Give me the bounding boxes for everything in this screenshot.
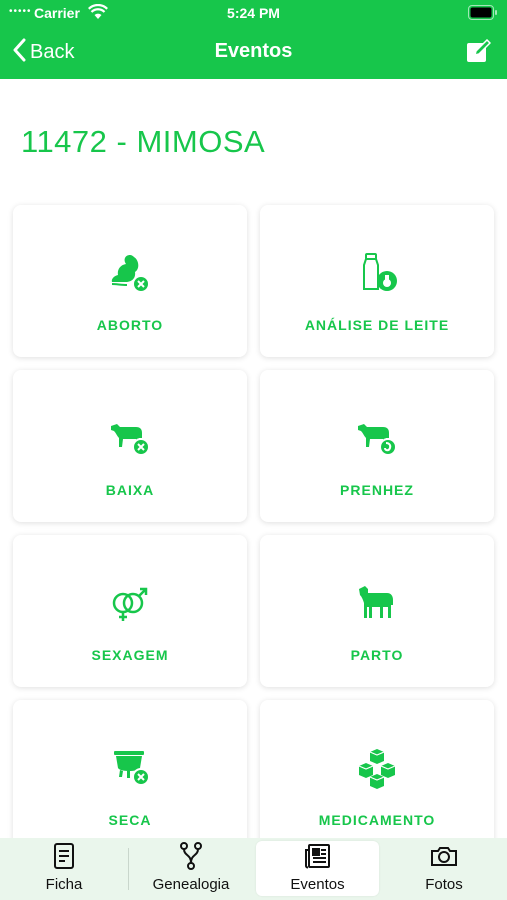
tab-ficha[interactable]: Ficha — [0, 838, 128, 900]
status-bar: ••••• Carrier 5:24 PM — [0, 0, 507, 26]
tab-bar: Ficha Genealogia Eventos Fotos — [0, 838, 507, 900]
newspaper-icon — [256, 842, 379, 870]
event-card-seca[interactable]: SECA — [13, 700, 247, 852]
tab-label: Genealogia — [152, 876, 230, 893]
edit-icon — [466, 38, 492, 68]
abortion-icon — [13, 251, 247, 299]
event-card-parto[interactable]: PARTO — [260, 535, 494, 687]
battery-icon — [468, 5, 498, 23]
event-label: BAIXA — [105, 482, 155, 498]
tab-fotos[interactable]: Fotos — [381, 838, 507, 900]
page-title: Eventos — [214, 40, 293, 62]
camera-icon — [381, 842, 507, 870]
edit-button[interactable] — [466, 38, 492, 69]
event-card-baixa[interactable]: BAIXA — [13, 370, 247, 522]
dry-off-icon — [13, 746, 247, 794]
event-label: MEDICAMENTO — [318, 812, 436, 828]
event-label: SEXAGEM — [91, 647, 169, 663]
tab-label: Eventos — [290, 876, 345, 893]
event-label: ABORTO — [96, 317, 164, 333]
event-label: SECA — [108, 812, 152, 828]
header: ••••• Carrier 5:24 PM Back Eventos — [0, 0, 507, 79]
document-icon — [0, 842, 128, 870]
event-label: PRENHEZ — [340, 482, 414, 498]
genealogy-icon — [129, 842, 253, 870]
event-label: ANÁLISE DE LEITE — [304, 317, 450, 333]
event-label: PARTO — [350, 647, 404, 663]
tab-genealogia[interactable]: Genealogia — [129, 838, 253, 900]
pregnancy-icon — [260, 416, 494, 464]
event-card-medicamento[interactable]: MEDICAMENTO — [260, 700, 494, 852]
status-time: 5:24 PM — [227, 5, 280, 21]
tab-label: Fotos — [425, 876, 463, 893]
gender-icon — [13, 581, 247, 629]
tab-eventos[interactable]: Eventos — [256, 841, 379, 896]
cow-remove-icon — [13, 416, 247, 464]
tab-label: Ficha — [45, 876, 83, 893]
event-card-analise-de-leite[interactable]: ANÁLISE DE LEITE — [260, 205, 494, 357]
calf-icon — [260, 581, 494, 629]
navigation-bar: Back Eventos — [0, 26, 507, 79]
event-card-prenhez[interactable]: PRENHEZ — [260, 370, 494, 522]
event-card-sexagem[interactable]: SEXAGEM — [13, 535, 247, 687]
milk-analysis-icon — [260, 251, 494, 299]
event-card-aborto[interactable]: ABORTO — [13, 205, 247, 357]
medicine-boxes-icon — [260, 746, 494, 794]
animal-title: 11472 - MIMOSA — [21, 124, 266, 159]
